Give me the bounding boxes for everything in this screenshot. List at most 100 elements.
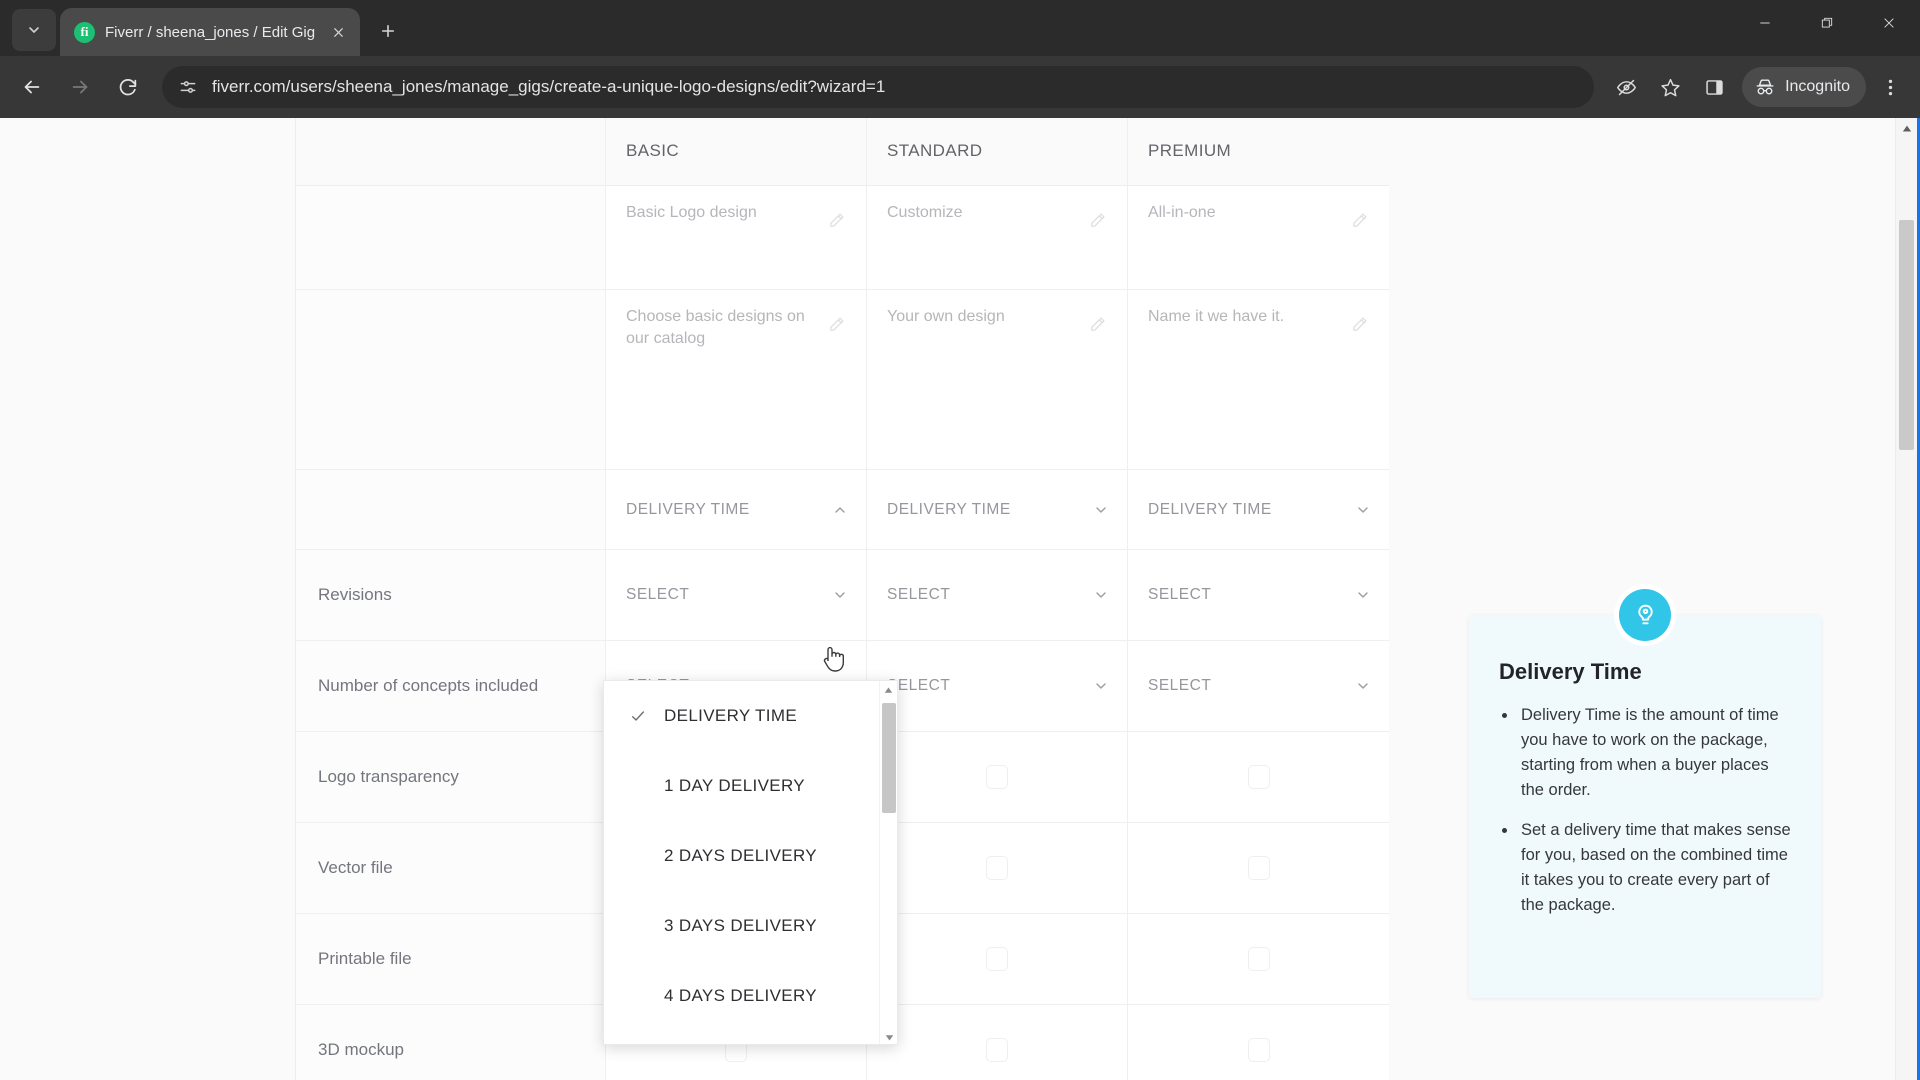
- vector-file-standard-cell[interactable]: [867, 823, 1128, 914]
- row-label-printable-file: Printable file: [296, 914, 606, 1005]
- address-bar[interactable]: fiverr.com/users/sheena_jones/manage_gig…: [162, 66, 1595, 108]
- edit-pencil-icon[interactable]: [828, 212, 848, 289]
- chrome-menu-icon[interactable]: [1870, 67, 1910, 107]
- checkbox[interactable]: [986, 1038, 1008, 1062]
- package-desc-basic: Choose basic designs on our catalog: [626, 308, 805, 347]
- revisions-select-premium[interactable]: SELECT: [1128, 550, 1389, 641]
- dropdown-option-4-days[interactable]: 4 DAYS DELIVERY: [604, 961, 897, 1031]
- package-name-row: Basic Logo design Customize All-in-one: [296, 186, 1389, 290]
- checkbox[interactable]: [1247, 1038, 1270, 1062]
- incognito-indicator[interactable]: Incognito: [1742, 67, 1866, 107]
- edit-pencil-icon[interactable]: [1089, 212, 1109, 289]
- package-desc-basic-cell[interactable]: Choose basic designs on our catalog: [606, 290, 867, 470]
- close-button[interactable]: [1858, 0, 1920, 46]
- tab-search-button[interactable]: [12, 9, 56, 51]
- dropdown-option-3-days[interactable]: 3 DAYS DELIVERY: [604, 891, 897, 961]
- delivery-time-tooltip: Delivery Time Delivery Time is the amoun…: [1469, 589, 1821, 998]
- package-desc-premium-cell[interactable]: Name it we have it.: [1128, 290, 1389, 470]
- package-desc-label-cell: [296, 290, 606, 470]
- logo-transparency-premium-cell[interactable]: [1128, 732, 1389, 823]
- check-icon: [630, 708, 646, 724]
- package-name-label-cell: [296, 186, 606, 290]
- page-scroll-thumb[interactable]: [1899, 220, 1914, 450]
- tooltip-title: Delivery Time: [1499, 659, 1642, 684]
- dropdown-option-label: 2 DAYS DELIVERY: [664, 846, 817, 865]
- row-label-revisions: Revisions: [296, 550, 606, 641]
- row-label-vector-file: Vector file: [296, 823, 606, 914]
- dropdown-scrollbar[interactable]: [879, 681, 897, 1044]
- chevron-down-icon[interactable]: [1093, 502, 1109, 518]
- package-name-basic-cell[interactable]: Basic Logo design: [606, 186, 867, 290]
- header-blank-cell: [296, 118, 606, 186]
- concepts-select-premium[interactable]: SELECT: [1128, 641, 1389, 732]
- printable-file-premium-cell[interactable]: [1128, 914, 1389, 1005]
- site-settings-icon[interactable]: [178, 77, 198, 97]
- checkbox[interactable]: [1247, 765, 1270, 789]
- package-desc-standard: Your own design: [887, 308, 1005, 325]
- side-panel-icon[interactable]: [1694, 67, 1734, 107]
- printable-file-standard-cell[interactable]: [867, 914, 1128, 1005]
- chevron-down-icon[interactable]: [1093, 678, 1109, 694]
- edit-pencil-icon[interactable]: [1089, 316, 1109, 469]
- delivery-select-basic[interactable]: DELIVERY TIME: [606, 470, 867, 550]
- dropdown-option-delivery-time[interactable]: DELIVERY TIME: [604, 681, 897, 751]
- restore-button[interactable]: [1796, 0, 1858, 46]
- chevron-up-icon[interactable]: [832, 502, 848, 518]
- lightbulb-icon: [1619, 589, 1671, 641]
- concepts-select-standard[interactable]: SELECT: [867, 641, 1128, 732]
- header-basic-cell: BASIC: [606, 118, 867, 186]
- edit-pencil-icon[interactable]: [828, 316, 848, 469]
- package-name-premium-cell[interactable]: All-in-one: [1128, 186, 1389, 290]
- delivery-select-premium[interactable]: DELIVERY TIME: [1128, 470, 1389, 550]
- checkbox[interactable]: [1247, 856, 1270, 880]
- delivery-value-basic: DELIVERY TIME: [626, 500, 750, 518]
- reload-icon[interactable]: [106, 65, 150, 109]
- bookmark-star-icon[interactable]: [1650, 67, 1690, 107]
- chevron-down-icon[interactable]: [1355, 678, 1371, 694]
- dropdown-option-1-day[interactable]: 1 DAY DELIVERY: [604, 751, 897, 821]
- incognito-label: Incognito: [1785, 78, 1850, 95]
- logo-transparency-standard-cell[interactable]: [867, 732, 1128, 823]
- scroll-down-arrow-icon[interactable]: [880, 1028, 897, 1044]
- vector-file-premium-cell[interactable]: [1128, 823, 1389, 914]
- tracking-protection-icon[interactable]: [1606, 67, 1646, 107]
- dropdown-option-label: DELIVERY TIME: [664, 706, 798, 725]
- package-name-standard-cell[interactable]: Customize: [867, 186, 1128, 290]
- browser-tab[interactable]: fi Fiverr / sheena_jones / Edit Gig: [60, 8, 360, 56]
- close-tab-icon[interactable]: [326, 20, 350, 44]
- package-desc-standard-cell[interactable]: Your own design: [867, 290, 1128, 470]
- package-name-basic: Basic Logo design: [626, 204, 757, 221]
- package-description-row: Choose basic designs on our catalog Your…: [296, 290, 1389, 470]
- edit-pencil-icon[interactable]: [1351, 316, 1371, 469]
- back-icon[interactable]: [10, 65, 54, 109]
- mockup-standard-cell[interactable]: [867, 1005, 1128, 1080]
- mockup-premium-cell[interactable]: [1128, 1005, 1389, 1080]
- revisions-value-standard: SELECT: [887, 586, 951, 603]
- package-name-standard: Customize: [887, 204, 963, 221]
- delivery-time-dropdown[interactable]: DELIVERY TIME 1 DAY DELIVERY 2 DAYS DELI…: [603, 680, 898, 1045]
- page-viewport: BASIC STANDARD PREMIUM Basic Logo design: [0, 118, 1920, 1080]
- chevron-down-icon[interactable]: [1355, 502, 1371, 518]
- forward-icon[interactable]: [58, 65, 102, 109]
- scroll-up-arrow-icon[interactable]: [880, 681, 897, 699]
- delivery-select-standard[interactable]: DELIVERY TIME: [867, 470, 1128, 550]
- column-header-standard: STANDARD: [887, 141, 983, 160]
- page-scroll-up-arrow-icon[interactable]: [1896, 118, 1917, 140]
- minimize-button[interactable]: [1734, 0, 1796, 46]
- dropdown-scroll-thumb[interactable]: [882, 703, 896, 813]
- chevron-down-icon[interactable]: [1355, 587, 1371, 603]
- chevron-down-icon[interactable]: [1093, 587, 1109, 603]
- revisions-select-standard[interactable]: SELECT: [867, 550, 1128, 641]
- new-tab-icon[interactable]: [368, 11, 408, 51]
- checkbox[interactable]: [986, 765, 1008, 789]
- dropdown-option-2-days[interactable]: 2 DAYS DELIVERY: [604, 821, 897, 891]
- edit-pencil-icon[interactable]: [1351, 212, 1371, 289]
- header-premium-cell: PREMIUM: [1128, 118, 1389, 186]
- chevron-down-icon[interactable]: [832, 587, 848, 603]
- checkbox[interactable]: [986, 947, 1008, 971]
- revisions-select-basic[interactable]: SELECT: [606, 550, 867, 641]
- checkbox[interactable]: [986, 856, 1008, 880]
- dropdown-option-label: 4 DAYS DELIVERY: [664, 986, 817, 1005]
- page-scrollbar[interactable]: [1895, 118, 1917, 1080]
- checkbox[interactable]: [1247, 947, 1270, 971]
